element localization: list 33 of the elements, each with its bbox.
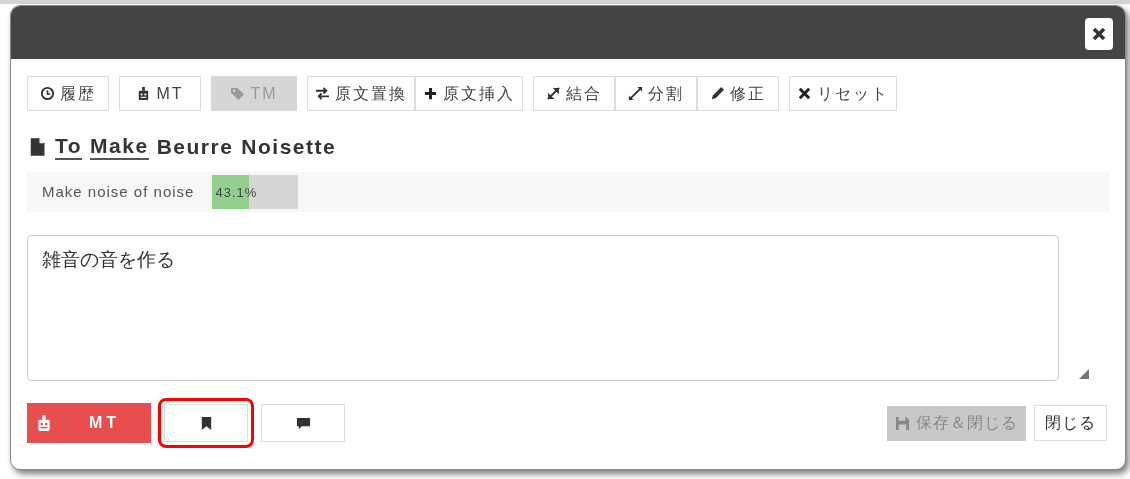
- title-word: Beurre: [156, 135, 234, 159]
- robot-icon: [35, 414, 53, 432]
- toolbar-button[interactable]: 履歴: [27, 76, 109, 111]
- expand-arrows-icon: [628, 86, 643, 101]
- resize-handle-icon[interactable]: [1079, 369, 1089, 379]
- close-icon: [1091, 26, 1107, 42]
- match-percent: 43.1%: [215, 184, 258, 202]
- swap-arrows-icon: [315, 86, 330, 101]
- bookmark-button[interactable]: [164, 404, 248, 442]
- clock-icon: [40, 86, 55, 101]
- dialog-button[interactable]: 閉じる: [1034, 405, 1107, 441]
- pencil-icon: [710, 86, 725, 101]
- save-icon: [895, 415, 910, 431]
- toolbar-button[interactable]: 結合: [533, 76, 615, 111]
- close-button[interactable]: [1085, 18, 1113, 50]
- mt-button[interactable]: MT: [27, 403, 151, 443]
- close-icon: [797, 86, 812, 101]
- toolbar-button[interactable]: 分割: [615, 76, 697, 111]
- title-word: Make: [90, 134, 149, 160]
- compress-arrows-icon: [546, 86, 561, 101]
- suggestion-text: Make noise of noise: [42, 181, 195, 202]
- plus-icon: [423, 86, 438, 101]
- toolbar-button[interactable]: 原文置換: [307, 76, 415, 111]
- toolbar-button[interactable]: リセット: [789, 76, 897, 111]
- toolbar-button[interactable]: 原文挿入: [415, 76, 523, 111]
- toolbar-button[interactable]: MT: [119, 76, 201, 111]
- title-word: To: [55, 134, 83, 160]
- toolbar-button[interactable]: 修正: [697, 76, 779, 111]
- tag-icon: [230, 86, 246, 101]
- title-word: Noisette: [241, 135, 337, 159]
- comment-button[interactable]: [261, 404, 345, 442]
- translation-field[interactable]: 雑音の音を作る: [27, 235, 1059, 381]
- speech-bubble-icon: [295, 415, 311, 431]
